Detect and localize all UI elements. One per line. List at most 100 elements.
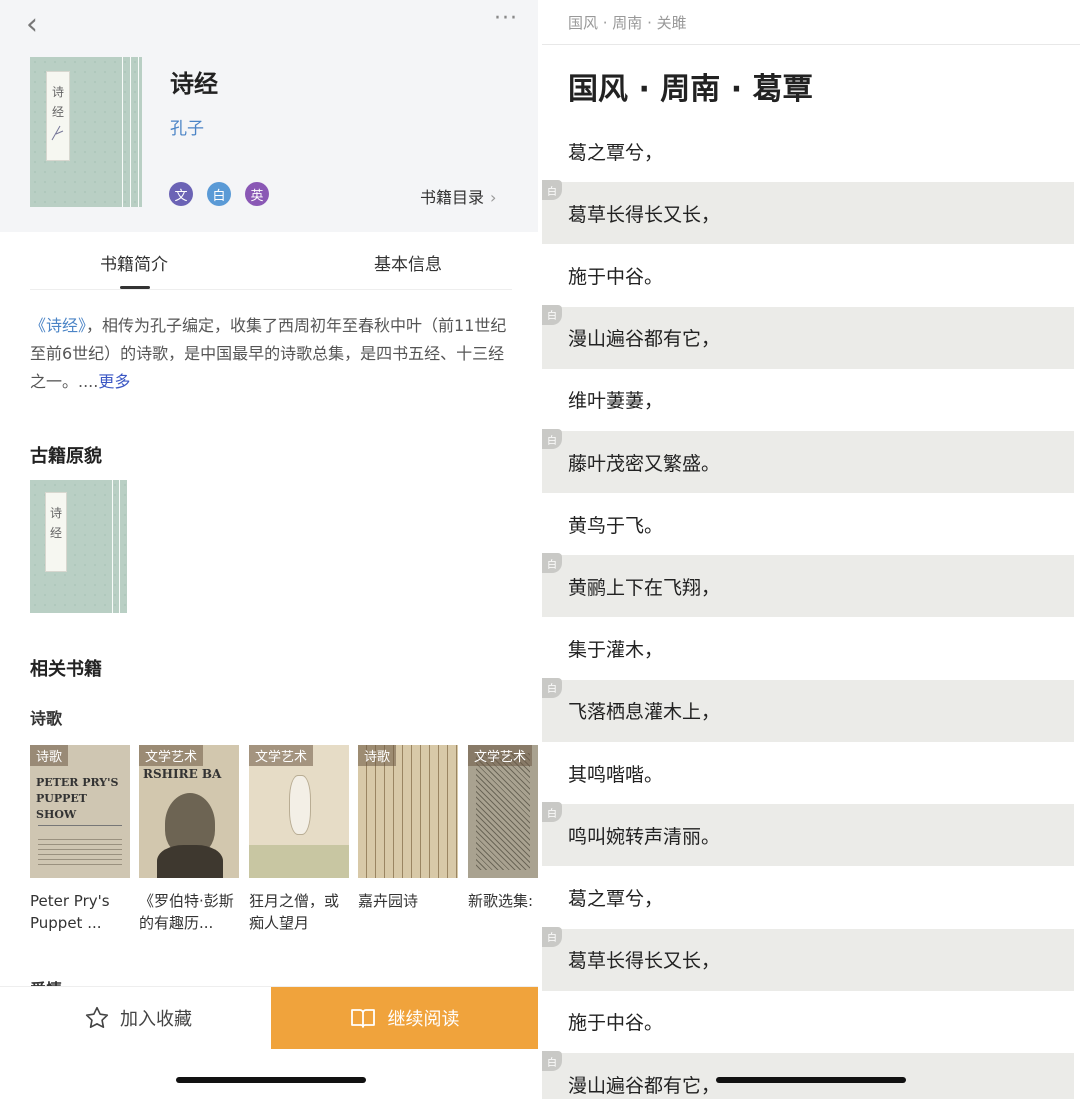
line-text: 葛之覃兮，	[568, 887, 664, 910]
catalog-label: 书籍目录	[420, 188, 485, 207]
translation-line[interactable]: 白漫山遍谷都有它，	[542, 1051, 1074, 1099]
translation-line[interactable]: 白黄鹂上下在飞翔，	[542, 553, 1074, 618]
translation-line[interactable]: 白葛草长得长又长，	[542, 180, 1074, 245]
related-book-tag: 诗歌	[358, 745, 397, 766]
original-line[interactable]: 施于中谷。	[542, 244, 1074, 306]
related-book-thumbnail: RSHIRE BA 文学艺术	[139, 745, 239, 878]
translation-line[interactable]: 白飞落栖息灌木上，	[542, 677, 1074, 742]
tab-introduction[interactable]: 书籍简介	[100, 250, 168, 275]
vernacular-badge: 白	[542, 553, 562, 574]
related-book-thumbnail: 诗歌	[358, 745, 458, 878]
line-text: 葛草长得长又长，	[568, 203, 721, 226]
related-book-tag: 诗歌	[30, 745, 69, 766]
vernacular-badge: 白	[542, 1051, 562, 1071]
tab-basic-info[interactable]: 基本信息	[374, 250, 442, 275]
intro-more-link[interactable]: 更多	[98, 372, 130, 391]
book-cover[interactable]: 诗 经	[30, 57, 142, 207]
line-text: 黄鸟于飞。	[568, 514, 664, 537]
bottom-action-bar: 加入收藏 继续阅读	[0, 986, 538, 1049]
related-book-caption: 新歌选集:《Lovely	[468, 892, 538, 910]
vernacular-badge: 白	[542, 677, 562, 698]
book-detail-panel: ‹ ··· 诗 经 诗经 孔子 文 白 英 书籍目录 › 书籍简介 基本信息 《…	[0, 0, 538, 1099]
tab-bar: 书籍简介 基本信息	[30, 232, 512, 290]
related-heading: 相关书籍	[30, 659, 102, 680]
continue-reading-label: 继续阅读	[387, 1009, 460, 1030]
line-text: 藤叶茂密又繁盛。	[568, 452, 721, 475]
tab-active-indicator	[120, 286, 150, 289]
original-line[interactable]: 葛之覃兮，	[542, 866, 1074, 928]
line-text: 葛草长得长又长，	[568, 950, 721, 973]
line-text: 维叶萋萋，	[568, 390, 664, 413]
related-book-tag: 文学艺术	[249, 745, 314, 766]
vernacular-badge: 白	[542, 926, 562, 947]
book-header: ‹ ··· 诗 经 诗经 孔子 文 白 英 书籍目录 ›	[0, 0, 538, 232]
related-book-thumbnail: 文学艺术	[468, 745, 538, 878]
original-line[interactable]: 施于中谷。	[542, 991, 1074, 1053]
add-favorite-label: 加入收藏	[120, 1009, 192, 1030]
category-heading: 诗歌	[30, 709, 63, 728]
line-text: 漫山遍谷都有它，	[568, 1074, 721, 1097]
related-book-5[interactable]: 文学艺术 新歌选集:《Lovely	[468, 745, 538, 912]
lang-vernacular-button[interactable]: 白	[207, 182, 231, 206]
translation-line[interactable]: 白漫山遍谷都有它，	[542, 304, 1074, 369]
related-book-3[interactable]: 文学艺术 狂月之僧，或痴人望月	[249, 745, 349, 934]
breadcrumb[interactable]: 国风 · 周南 · 关雎	[568, 12, 687, 33]
book-intro: 《诗经》，相传为孔子编定，收集了西周初年至春秋中叶（前11世纪至前6世纪）的诗歌…	[30, 312, 510, 396]
related-book-2[interactable]: RSHIRE BA 文学艺术 《罗伯特·彭斯的有趣历...	[139, 745, 239, 934]
vernacular-badge: 白	[542, 429, 562, 449]
vernacular-badge: 白	[542, 180, 562, 201]
translation-line[interactable]: 白藤叶茂密又繁盛。	[542, 429, 1074, 493]
line-text: 葛之覃兮，	[568, 141, 664, 164]
line-text: 其鸣喈喈。	[568, 763, 664, 786]
related-book-4[interactable]: 诗歌 嘉卉园诗	[358, 745, 458, 912]
original-line[interactable]: 其鸣喈喈。	[542, 742, 1074, 804]
related-book-caption: Peter Pry's Puppet ...	[30, 892, 110, 932]
translation-line[interactable]: 白葛草长得长又长，	[542, 926, 1074, 991]
divider	[542, 44, 1080, 45]
back-icon[interactable]: ‹	[26, 10, 50, 40]
related-book-caption: 狂月之僧，或痴人望月	[249, 892, 340, 932]
line-text: 施于中谷。	[568, 265, 664, 288]
line-text: 施于中谷。	[568, 1012, 664, 1035]
vernacular-badge: 白	[542, 304, 562, 325]
star-icon	[85, 1006, 109, 1029]
add-favorite-button[interactable]: 加入收藏	[84, 1005, 192, 1031]
lang-english-button[interactable]: 英	[245, 182, 269, 206]
original-scan-thumbnail[interactable]: 诗 经	[30, 480, 127, 613]
intro-book-ref: 《诗经》	[30, 316, 87, 335]
open-book-icon	[350, 1009, 375, 1028]
book-title: 诗经	[170, 70, 218, 98]
original-line[interactable]: 葛之覃兮，	[542, 120, 1074, 182]
reader-panel: 国风 · 周南 · 关雎 国风 · 周南 · 葛覃 葛之覃兮，白葛草长得长又长，…	[542, 0, 1080, 1099]
original-line[interactable]: 黄鸟于飞。	[542, 493, 1074, 555]
related-book-tag: 文学艺术	[139, 745, 204, 766]
line-text: 集于灌木，	[568, 639, 664, 662]
translation-line[interactable]: 白鸣叫婉转声清丽。	[542, 802, 1074, 867]
lang-classical-button[interactable]: 文	[169, 182, 193, 206]
home-indicator	[716, 1077, 906, 1083]
continue-reading-button[interactable]: 继续阅读	[271, 987, 538, 1049]
screenshot-root: ‹ ··· 诗 经 诗经 孔子 文 白 英 书籍目录 › 书籍简介 基本信息 《…	[0, 0, 1080, 1099]
original-line[interactable]: 集于灌木，	[542, 618, 1074, 680]
line-text: 飞落栖息灌木上，	[568, 701, 721, 724]
related-book-1[interactable]: PETER PRY'S PUPPET SHOW 诗歌 Peter Pry's P…	[30, 745, 130, 934]
home-indicator	[176, 1077, 366, 1083]
chevron-right-icon: ›	[490, 188, 497, 207]
line-text: 黄鹂上下在飞翔，	[568, 576, 721, 599]
line-text: 漫山遍谷都有它，	[568, 328, 721, 351]
related-book-caption: 《罗伯特·彭斯的有趣历...	[139, 892, 234, 932]
related-book-caption: 嘉卉园诗	[358, 892, 419, 910]
cover-label: 诗 经	[46, 71, 70, 161]
related-book-thumbnail: PETER PRY'S PUPPET SHOW 诗歌	[30, 745, 130, 878]
line-text: 鸣叫婉转声清丽。	[568, 825, 721, 848]
book-author-link[interactable]: 孔子	[170, 114, 204, 139]
chapter-title: 国风 · 周南 · 葛覃	[568, 72, 813, 107]
original-line[interactable]: 维叶萋萋，	[542, 369, 1074, 431]
related-book-thumbnail: 文学艺术	[249, 745, 349, 878]
original-heading: 古籍原貌	[30, 446, 102, 467]
more-options-icon[interactable]: ···	[494, 6, 518, 31]
related-book-tag: 文学艺术	[468, 745, 533, 766]
vernacular-badge: 白	[542, 802, 562, 823]
original-scan-label: 诗 经	[45, 492, 67, 572]
catalog-link[interactable]: 书籍目录 ›	[420, 184, 496, 208]
